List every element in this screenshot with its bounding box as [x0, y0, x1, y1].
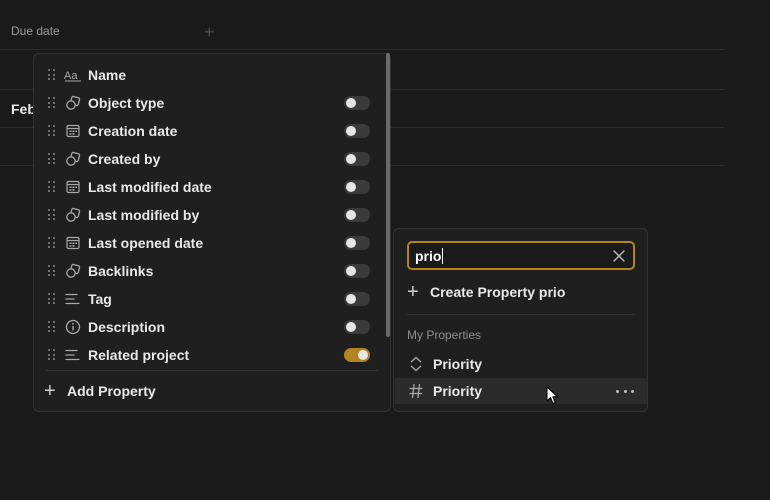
relation-shapes-icon — [64, 262, 82, 280]
property-label: Last opened date — [88, 235, 204, 251]
section-heading: My Properties — [407, 328, 482, 342]
property-row-created-by[interactable]: Created by — [34, 145, 384, 173]
drag-handle-icon[interactable] — [48, 321, 56, 333]
visibility-toggle[interactable] — [344, 180, 370, 194]
text-caret — [442, 248, 443, 264]
more-options-icon[interactable] — [616, 386, 634, 396]
result-item-priority-number[interactable]: Priority — [395, 378, 647, 404]
plus-icon: + — [407, 281, 419, 303]
visibility-toggle[interactable] — [344, 124, 370, 138]
property-row-last-modified-by[interactable]: Last modified by — [34, 201, 384, 229]
table-divider — [0, 49, 724, 50]
property-row-object-type[interactable]: Object type — [34, 89, 384, 117]
visibility-toggle[interactable] — [344, 152, 370, 166]
property-row-last-modified-date[interactable]: Last modified date — [34, 173, 384, 201]
property-label: Name — [88, 67, 127, 83]
add-property-label: Add Property — [67, 383, 156, 399]
visibility-toggle[interactable] — [344, 348, 370, 362]
property-label: Related project — [88, 347, 190, 363]
property-label: Tag — [88, 291, 112, 307]
result-label: Priority — [433, 356, 483, 372]
hash-number-icon — [408, 383, 424, 399]
list-lines-icon — [64, 346, 82, 364]
calendar-icon — [64, 178, 82, 196]
list-lines-icon — [64, 290, 82, 308]
popup-divider — [407, 314, 635, 315]
properties-scrollbar[interactable] — [386, 53, 390, 337]
property-row-description[interactable]: Description — [34, 313, 384, 341]
calendar-icon — [64, 122, 82, 140]
text-aa-icon: Aa — [64, 66, 82, 84]
drag-handle-icon[interactable] — [48, 349, 56, 361]
column-header-due-date[interactable]: Due date — [11, 24, 60, 38]
property-label: Object type — [88, 95, 165, 111]
property-search-popup: + Create Property prio My Properties Pri… — [393, 228, 648, 412]
property-label: Creation date — [88, 123, 178, 139]
drag-handle-icon[interactable] — [48, 293, 56, 305]
drag-handle-icon[interactable] — [48, 97, 56, 109]
property-row-name[interactable]: Aa Name — [34, 61, 384, 89]
select-updown-icon — [408, 356, 424, 372]
drag-handle-icon[interactable] — [48, 209, 56, 221]
calendar-icon — [64, 234, 82, 252]
drag-handle-icon[interactable] — [48, 265, 56, 277]
add-column-icon[interactable]: + — [204, 22, 215, 42]
visibility-toggle[interactable] — [344, 292, 370, 306]
panel-divider — [46, 370, 378, 371]
svg-text:Aa: Aa — [64, 70, 78, 82]
info-circle-icon — [64, 318, 82, 336]
drag-handle-icon[interactable] — [48, 237, 56, 249]
visibility-toggle[interactable] — [344, 208, 370, 222]
property-row-backlinks[interactable]: Backlinks — [34, 257, 384, 285]
property-row-creation-date[interactable]: Creation date — [34, 117, 384, 145]
drag-handle-icon[interactable] — [48, 181, 56, 193]
search-input[interactable] — [415, 247, 605, 265]
mouse-cursor-icon — [546, 386, 560, 406]
property-row-tag[interactable]: Tag — [34, 285, 384, 313]
drag-handle-icon[interactable] — [48, 125, 56, 137]
visibility-toggle[interactable] — [344, 264, 370, 278]
relation-shapes-icon — [64, 150, 82, 168]
search-box[interactable] — [407, 241, 635, 270]
property-label: Backlinks — [88, 263, 154, 279]
property-label: Created by — [88, 151, 161, 167]
create-property-button[interactable]: + Create Property prio — [407, 281, 565, 303]
plus-icon: + — [44, 380, 56, 402]
result-item-priority-select[interactable]: Priority — [395, 351, 647, 377]
property-row-related-project[interactable]: Related project — [34, 341, 384, 369]
relation-shapes-icon — [64, 94, 82, 112]
clear-search-icon[interactable] — [611, 248, 627, 264]
create-property-label: Create Property prio — [430, 284, 566, 300]
add-property-button[interactable]: + Add Property — [44, 379, 156, 403]
drag-handle-icon[interactable] — [48, 69, 56, 81]
visibility-toggle[interactable] — [344, 96, 370, 110]
result-label: Priority — [433, 383, 483, 399]
relation-shapes-icon — [64, 206, 82, 224]
property-label: Description — [88, 319, 166, 335]
drag-handle-icon[interactable] — [48, 153, 56, 165]
property-row-last-opened-date[interactable]: Last opened date — [34, 229, 384, 257]
property-label: Last modified date — [88, 179, 212, 195]
properties-panel: Aa Name Object type Creation date Create… — [33, 53, 391, 412]
visibility-toggle[interactable] — [344, 320, 370, 334]
property-label: Last modified by — [88, 207, 200, 223]
visibility-toggle[interactable] — [344, 236, 370, 250]
